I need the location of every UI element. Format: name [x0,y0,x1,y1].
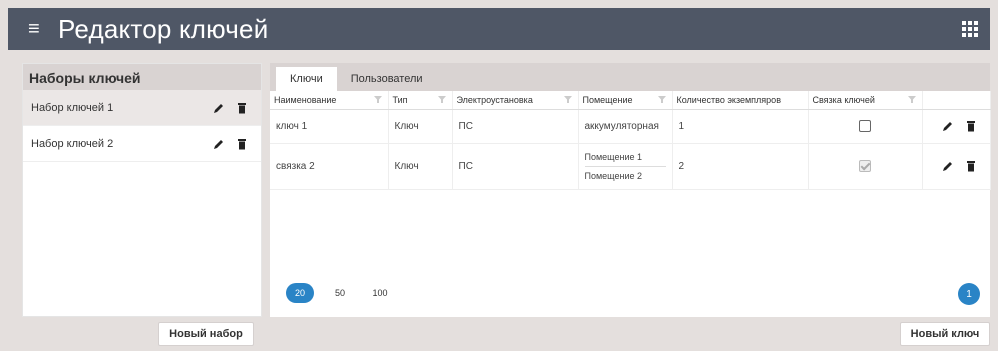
column-header[interactable]: Тип [388,91,453,110]
new-key-button[interactable]: Новый ключ [900,322,990,346]
cell-actions [922,143,991,190]
room-item: Помещение 1 [584,148,666,167]
app-title: Редактор ключей [58,13,269,44]
filter-icon[interactable] [437,96,446,103]
cell-type: Ключ [388,109,453,144]
key-set-name: Набор ключей 1 [31,101,114,114]
key-sets-header: Наборы ключей [23,64,261,90]
column-header-label: Количество экземпляров [676,94,781,105]
key-set-item[interactable]: Набор ключей 2 [23,126,261,162]
pencil-icon[interactable] [213,102,225,114]
cell-name: связка 2 [270,143,389,190]
filter-icon[interactable] [657,96,666,103]
menu-icon[interactable]: ≡ [28,19,48,39]
keys-panel: Ключи Пользователи Наименование Тип Элек… [270,63,991,317]
bundle-checkbox [859,160,871,172]
cell-type: Ключ [388,143,453,190]
key-set-item[interactable]: Набор ключей 1 [23,90,261,126]
page-size-option[interactable]: 50 [326,283,354,303]
cell-bundle [808,143,923,190]
tab-users[interactable]: Пользователи [337,67,437,91]
column-header[interactable]: Наименование [270,91,389,110]
filter-icon[interactable] [373,96,382,103]
cell-installation: ПС [452,143,579,190]
table-row[interactable]: ключ 1 Ключ ПС аккумуляторная 1 [270,109,991,144]
column-header-label: Электроустановка [456,94,533,105]
filter-icon[interactable] [907,96,916,103]
cell-room: аккумуляторная [578,109,673,144]
pencil-icon[interactable] [213,138,225,150]
bundle-checkbox[interactable] [859,120,871,132]
cell-name: ключ 1 [270,109,389,144]
page-number-button[interactable]: 1 [958,283,980,305]
key-set-name: Набор ключей 2 [31,137,114,150]
column-header-actions [922,91,991,110]
cell-bundle [808,109,923,144]
column-header[interactable]: Электроустановка [452,91,579,110]
filter-icon[interactable] [563,96,572,103]
cell-actions [922,109,991,144]
room-item: Помещение 2 [584,170,643,181]
pencil-icon[interactable] [942,120,954,132]
pencil-icon[interactable] [942,160,954,172]
column-header[interactable]: Помещение [578,91,673,110]
column-header-label: Помещение [582,94,633,105]
page-size-selector: 20 50 100 [286,283,394,303]
cell-count: 1 [672,109,809,144]
tab-bar: Ключи Пользователи [270,63,990,91]
page-size-option[interactable]: 100 [366,283,394,303]
column-header-label: Тип [392,94,408,105]
page-size-option[interactable]: 20 [286,283,314,303]
trash-icon[interactable] [237,102,247,114]
trash-icon[interactable] [966,120,976,132]
trash-icon[interactable] [966,160,976,172]
column-header[interactable]: Количество экземпляров [672,91,809,110]
tab-keys[interactable]: Ключи [276,67,337,91]
table-header-row: Наименование Тип Электроустановка Помеще… [270,91,991,110]
column-header-label: Связка ключей [812,94,875,105]
new-set-button[interactable]: Новый набор [158,322,254,346]
cell-installation: ПС [452,109,579,144]
column-header[interactable]: Связка ключей [808,91,923,110]
column-header-label: Наименование [274,94,337,105]
key-sets-panel: Наборы ключей Набор ключей 1 Набор ключе… [22,63,262,317]
app-header: ≡ Редактор ключей [8,8,990,50]
cell-rooms: Помещение 1 Помещение 2 [578,143,673,190]
trash-icon[interactable] [237,138,247,150]
cell-count: 2 [672,143,809,190]
apps-grid-icon[interactable] [962,21,978,37]
keys-table: Наименование Тип Электроустановка Помеще… [270,91,991,190]
table-row[interactable]: связка 2 Ключ ПС Помещение 1 Помещение 2… [270,143,991,190]
